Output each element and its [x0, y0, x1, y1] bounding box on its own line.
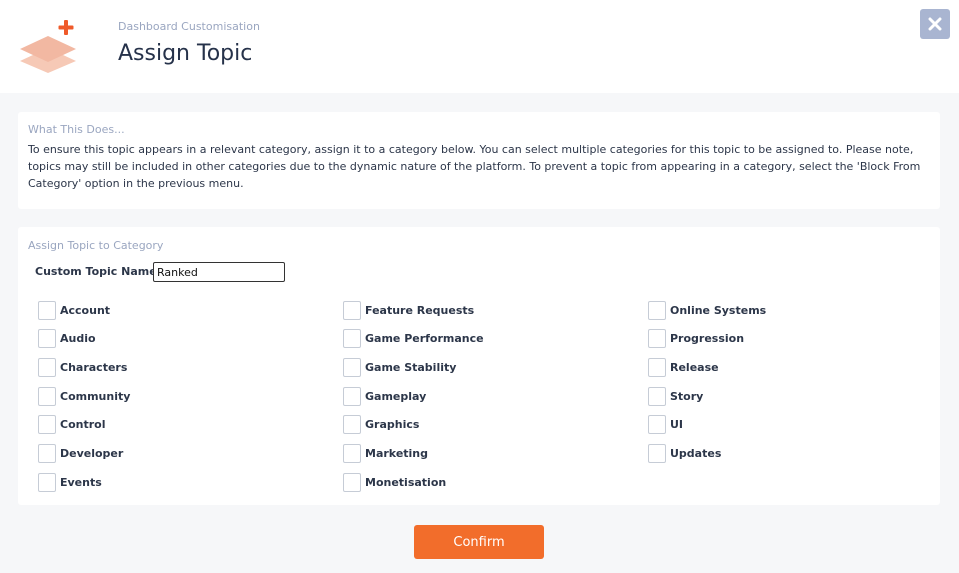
checkbox[interactable]	[38, 444, 56, 463]
category-checkbox-release[interactable]: Release	[648, 358, 719, 377]
info-text: To ensure this topic appears in a releva…	[28, 143, 921, 190]
checkbox-label: UI	[670, 418, 684, 431]
checkbox-label: Marketing	[365, 447, 429, 460]
checkbox-label: Audio	[60, 332, 96, 345]
checkbox-label: Updates	[670, 447, 722, 460]
info-panel: What This Does... To ensure this topic a…	[18, 112, 940, 209]
checkbox-label: Graphics	[365, 418, 420, 431]
checkbox[interactable]	[648, 301, 666, 320]
checkbox-label: Account	[60, 304, 111, 317]
checkbox[interactable]	[343, 387, 361, 406]
checkbox-label: Story	[670, 390, 704, 403]
checkbox[interactable]	[38, 415, 56, 434]
category-checkbox-characters[interactable]: Characters	[38, 358, 127, 377]
checkbox[interactable]	[343, 301, 361, 320]
topic-name-label: Custom Topic Name:	[35, 265, 162, 278]
category-checkbox-monetisation[interactable]: Monetisation	[343, 473, 446, 492]
category-checkbox-game-performance[interactable]: Game Performance	[343, 329, 484, 348]
category-checkbox-account[interactable]: Account	[38, 301, 110, 320]
checkbox-label: Control	[60, 418, 106, 431]
checkbox-label: Gameplay	[365, 390, 427, 403]
category-checkbox-developer[interactable]: Developer	[38, 444, 123, 463]
checkbox-label: Monetisation	[365, 476, 447, 489]
category-checkbox-graphics[interactable]: Graphics	[343, 415, 419, 434]
checkbox[interactable]	[343, 473, 361, 492]
checkbox[interactable]	[343, 444, 361, 463]
checkbox[interactable]	[648, 415, 666, 434]
category-checkbox-updates[interactable]: Updates	[648, 444, 721, 463]
category-checkbox-community[interactable]: Community	[38, 387, 130, 406]
checkbox[interactable]	[343, 329, 361, 348]
checkbox[interactable]	[648, 329, 666, 348]
assign-heading: Assign Topic to Category	[28, 239, 164, 252]
checkbox-label: Community	[60, 390, 131, 403]
checkbox-label: Developer	[60, 447, 124, 460]
checkbox-label: Game Performance	[365, 332, 484, 345]
category-checkbox-story[interactable]: Story	[648, 387, 703, 406]
checkbox[interactable]	[343, 415, 361, 434]
checkbox-label: Game Stability	[365, 361, 457, 374]
category-checkbox-marketing[interactable]: Marketing	[343, 444, 428, 463]
confirm-button[interactable]: Confirm	[414, 525, 544, 559]
category-checkbox-audio[interactable]: Audio	[38, 329, 96, 348]
checkbox[interactable]	[38, 329, 56, 348]
info-heading: What This Does...	[28, 123, 125, 136]
category-checkbox-game-stability[interactable]: Game Stability	[343, 358, 456, 377]
close-button[interactable]	[920, 9, 950, 39]
checkbox[interactable]	[38, 473, 56, 492]
category-checkbox-gameplay[interactable]: Gameplay	[343, 387, 426, 406]
category-checkbox-ui[interactable]: UI	[648, 415, 683, 434]
checkbox[interactable]	[648, 387, 666, 406]
page-title: Assign Topic	[118, 41, 253, 66]
checkbox-label: Progression	[670, 332, 745, 345]
checkbox[interactable]	[38, 301, 56, 320]
category-checkbox-progression[interactable]: Progression	[648, 329, 744, 348]
checkbox-label: Characters	[60, 361, 128, 374]
checkbox[interactable]	[38, 358, 56, 377]
stack-plus-icon	[20, 20, 76, 73]
category-checkbox-feature-requests[interactable]: Feature Requests	[343, 301, 474, 320]
category-checkbox-control[interactable]: Control	[38, 415, 105, 434]
checkbox-label: Events	[60, 476, 102, 489]
modal-header: Dashboard Customisation Assign Topic	[0, 0, 959, 93]
checkbox-label: Feature Requests	[365, 304, 475, 317]
checkbox[interactable]	[38, 387, 56, 406]
checkbox[interactable]	[648, 444, 666, 463]
checkbox-label: Release	[670, 361, 719, 374]
category-checkbox-online-systems[interactable]: Online Systems	[648, 301, 766, 320]
assign-panel: Assign Topic to Category Custom Topic Na…	[18, 227, 940, 505]
close-icon	[928, 17, 942, 31]
topic-name-input[interactable]	[153, 262, 285, 282]
checkbox-label: Online Systems	[670, 304, 767, 317]
category-checkbox-events[interactable]: Events	[38, 473, 102, 492]
breadcrumb: Dashboard Customisation	[118, 20, 260, 33]
checkbox[interactable]	[648, 358, 666, 377]
checkbox[interactable]	[343, 358, 361, 377]
